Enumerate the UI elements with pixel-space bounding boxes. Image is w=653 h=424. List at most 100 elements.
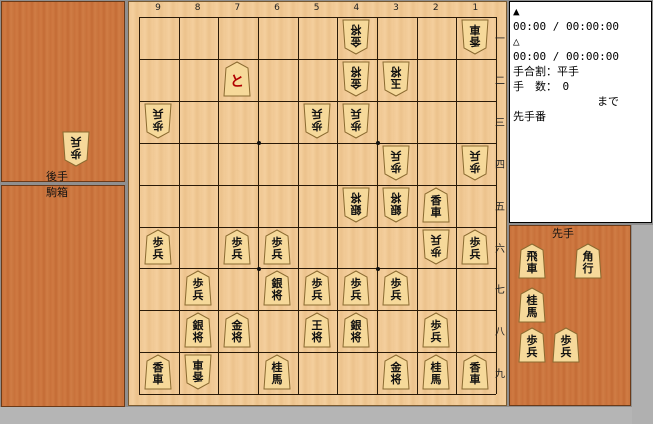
shogi-piece[interactable]: 歩兵 [376, 267, 416, 309]
shogi-piece[interactable]: 王将 [297, 309, 337, 351]
shogi-piece[interactable]: 銀将 [178, 309, 218, 351]
shogi-piece[interactable]: 金将 [217, 309, 257, 351]
scrollbar[interactable] [632, 225, 653, 424]
piece-char: 兵 [430, 330, 441, 344]
shogi-piece[interactable]: 桂馬 [416, 351, 456, 393]
piece-char: 車 [153, 372, 164, 386]
piece-char: 車 [430, 205, 441, 219]
komabako-label: 駒箱 [46, 186, 68, 199]
rank-label: 二 [495, 75, 505, 87]
star-point [256, 141, 261, 146]
gote-clock: 00:00 / 00:00:00 [513, 50, 619, 63]
shogi-piece[interactable]: と [217, 58, 257, 100]
piece-char: 将 [311, 330, 322, 344]
piece-char: 金 [350, 77, 363, 91]
piece-char: 将 [391, 191, 402, 205]
piece-char: 将 [351, 191, 362, 205]
piece-char: 歩 [351, 276, 362, 290]
shogi-piece[interactable]: 香車 [416, 184, 456, 226]
piece-char: 歩 [153, 119, 164, 133]
shogi-piece[interactable]: 香車 [138, 351, 178, 393]
shogi-piece[interactable]: 香車 [178, 351, 218, 393]
piece-char: 銀 [351, 203, 362, 217]
shogi-piece[interactable]: 桂馬 [512, 284, 552, 326]
piece-char: 兵 [470, 247, 481, 261]
shogi-piece[interactable]: 玉将 [376, 58, 416, 100]
file-label: 1 [472, 3, 479, 13]
piece-char: 歩 [527, 333, 538, 347]
piece-char: 金 [231, 318, 244, 332]
piece-char: 歩 [153, 235, 164, 249]
piece-char: 香 [469, 360, 482, 374]
shogi-piece[interactable]: 歩兵 [546, 324, 586, 366]
shogi-piece[interactable]: 歩兵 [257, 226, 297, 268]
handicap-text: 手合割：平手 [513, 65, 579, 78]
piece-box[interactable] [1, 185, 125, 407]
piece-char: 香 [469, 35, 482, 49]
piece-char: 将 [272, 288, 283, 302]
shogi-piece[interactable]: 歩兵 [416, 226, 456, 268]
shogi-piece[interactable]: 歩兵 [56, 128, 96, 170]
piece-char: 将 [192, 330, 203, 344]
piece-char: 香 [191, 370, 204, 384]
piece-char: 馬 [430, 373, 441, 386]
shogi-piece[interactable]: 歩兵 [376, 142, 416, 184]
piece-char: 歩 [561, 333, 572, 347]
piece-char: 歩 [470, 161, 481, 175]
shogi-piece[interactable]: 香車 [455, 351, 495, 393]
shogi-piece[interactable]: 歩兵 [297, 100, 337, 142]
rank-label: 一 [495, 34, 505, 45]
piece-char: 歩 [351, 119, 362, 133]
piece-char: 将 [232, 330, 243, 344]
file-label: 5 [313, 3, 320, 13]
grid-line-h [139, 17, 496, 18]
piece-char: 行 [582, 261, 594, 275]
piece-char: 兵 [153, 107, 164, 121]
piece-char: と [230, 74, 244, 90]
shogi-piece[interactable]: 桂馬 [257, 351, 297, 393]
rank-label: 九 [495, 369, 505, 381]
grid-line-h [139, 394, 496, 396]
file-label: 7 [234, 3, 241, 13]
piece-char: 兵 [351, 288, 362, 302]
file-label: 3 [393, 3, 399, 13]
turn-text: 先手番 [513, 110, 546, 123]
shogi-piece[interactable]: 歩兵 [138, 226, 178, 268]
shogi-piece[interactable]: 歩兵 [455, 142, 495, 184]
piece-char: 金 [350, 35, 363, 49]
sente-clock: 00:00 / 00:00:00 [513, 20, 619, 33]
shogi-piece[interactable]: 香車 [455, 16, 495, 58]
shogi-piece[interactable]: 銀将 [376, 184, 416, 226]
piece-char: 歩 [430, 318, 441, 332]
piece-char: 兵 [391, 288, 402, 302]
shogi-piece[interactable]: 金将 [376, 351, 416, 393]
shogi-piece[interactable]: 歩兵 [217, 226, 257, 268]
shogi-piece[interactable]: 歩兵 [297, 267, 337, 309]
shogi-piece[interactable]: 銀将 [257, 267, 297, 309]
piece-char: 香 [152, 360, 165, 374]
shogi-piece[interactable]: 歩兵 [336, 100, 376, 142]
shogi-piece[interactable]: 歩兵 [455, 226, 495, 268]
piece-char: 車 [470, 372, 481, 386]
rank-label: 七 [495, 285, 505, 297]
shogi-piece[interactable]: 歩兵 [336, 267, 376, 309]
shogi-piece[interactable]: 歩兵 [178, 267, 218, 309]
shogi-piece[interactable]: 角行 [568, 240, 608, 282]
piece-char: 歩 [192, 276, 203, 290]
piece-char: 歩 [391, 276, 402, 290]
file-label: 6 [274, 3, 280, 13]
piece-char: 歩 [311, 276, 322, 290]
shogi-piece[interactable]: 金将 [336, 16, 376, 58]
piece-char: 銀 [391, 203, 402, 217]
shogi-piece[interactable]: 飛車 [512, 240, 552, 282]
piece-char: 将 [391, 65, 402, 79]
rank-label: 三 [495, 117, 505, 129]
shogi-piece[interactable]: 歩兵 [416, 309, 456, 351]
shogi-piece[interactable]: 銀将 [336, 184, 376, 226]
piece-char: 車 [192, 358, 203, 372]
shogi-piece[interactable]: 金将 [336, 58, 376, 100]
shogi-piece[interactable]: 銀将 [336, 309, 376, 351]
shogi-piece[interactable]: 歩兵 [138, 100, 178, 142]
file-label: 2 [432, 3, 439, 13]
piece-char: 歩 [470, 235, 481, 249]
